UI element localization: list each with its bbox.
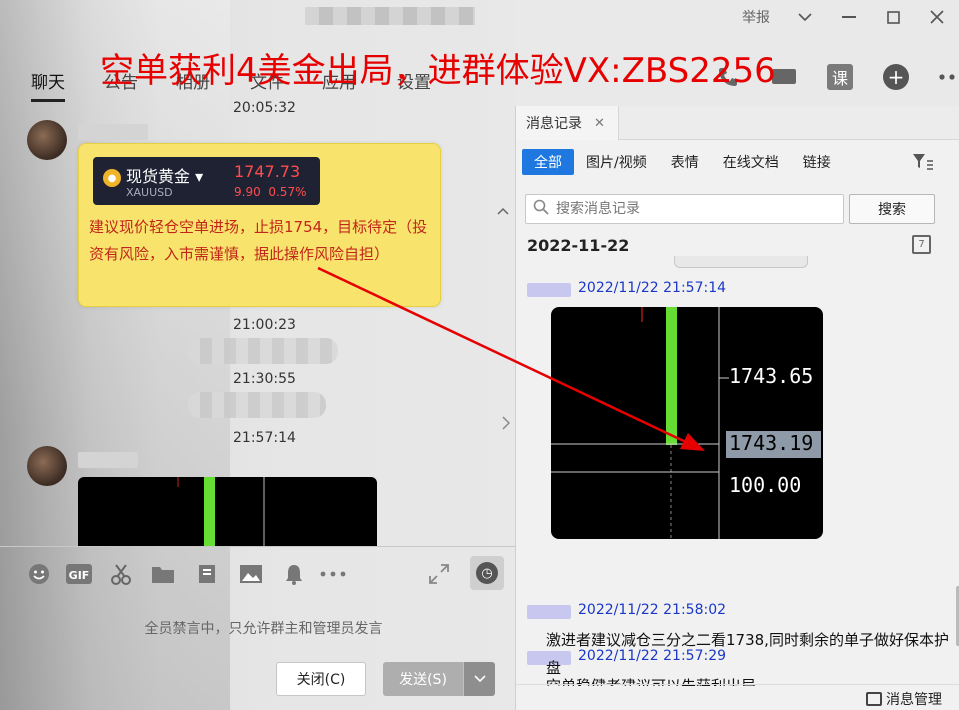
minimize-icon[interactable] — [827, 0, 871, 34]
filter-stickers[interactable]: 表情 — [659, 149, 711, 175]
ticker-change: 9.90 0.57% — [234, 185, 307, 199]
history-filters: 全部 图片/视频 表情 在线文档 链接 — [522, 149, 843, 175]
trade-advice-text: 建议现价轻仓空单进场，止损1754，目标待定（投资有风险，入市需谨慎，据此操作风… — [89, 218, 428, 263]
collapse-panel-icon[interactable] — [502, 416, 511, 434]
add-icon[interactable]: + — [868, 60, 924, 94]
tab-chat[interactable]: 聊天 — [31, 68, 65, 102]
sender-name-redacted — [527, 605, 571, 619]
search-button[interactable]: 搜索 — [849, 194, 935, 224]
composer-toolbar: GIF ◷ — [0, 546, 515, 600]
avatar[interactable] — [27, 120, 67, 160]
trade-signal-bubble: ● 现货黄金 ▾ XAUUSD 1747.73 9.90 0.57% 建议现价轻… — [78, 143, 441, 307]
sender-name-redacted — [78, 124, 148, 140]
history-message-list[interactable]: 2022/11/22 21:57:14 1743.65 1743.19 100.… — [516, 256, 959, 686]
message-timestamp: 21:00:23 — [233, 317, 296, 333]
history-toggle-button[interactable]: ◷ — [470, 556, 504, 590]
message-time: 2022/11/22 21:57:14 — [578, 280, 727, 296]
muted-notice: 全员禁言中，只允许群主和管理员发言 — [144, 621, 383, 637]
sender-name-redacted — [527, 283, 571, 297]
gold-coin-icon: ● — [103, 169, 121, 187]
close-icon[interactable] — [915, 0, 959, 34]
more-tools-icon[interactable] — [320, 561, 346, 587]
message-time: 2022/11/22 21:58:02 — [578, 602, 727, 618]
ticker-price: 1747.73 — [234, 162, 301, 181]
course-button[interactable]: 课 — [812, 60, 868, 94]
scroll-up-icon[interactable] — [497, 207, 509, 218]
promo-banner: 空单获利4美金出局，进群体验VX:ZBS2256 — [100, 51, 776, 91]
report-button[interactable]: 举报 — [729, 0, 783, 34]
group-title-redacted — [305, 7, 475, 25]
search-icon — [533, 199, 549, 219]
avatar[interactable] — [27, 446, 67, 486]
filter-media[interactable]: 图片/视频 — [574, 149, 659, 175]
ticker-symbol: XAUUSD — [126, 186, 173, 199]
message-timestamp: 21:30:55 — [233, 371, 296, 387]
sender-name-redacted — [78, 452, 138, 468]
chart-screenshot-thumbnail[interactable] — [78, 477, 377, 546]
message-timestamp: 20:05:32 — [233, 100, 296, 116]
price-label-upper: 1743.65 — [729, 364, 814, 388]
message-manage-button[interactable]: 消息管理 — [866, 689, 942, 709]
message-text: 激进者建议减仓三分之二看1738,同时剩余的单子做好保本护盘 — [546, 631, 949, 677]
gold-ticker-card[interactable]: ● 现货黄金 ▾ XAUUSD 1747.73 9.90 0.57% — [93, 157, 320, 205]
window-controls: 举报 — [729, 0, 959, 34]
message-redacted — [188, 392, 326, 418]
svg-text:GIF: GIF — [69, 569, 90, 582]
filter-all[interactable]: 全部 — [522, 149, 574, 175]
history-date: 2022-11-22 — [527, 236, 630, 255]
gif-icon[interactable]: GIF — [66, 561, 92, 587]
message-manage-label: 消息管理 — [886, 692, 942, 708]
doc-icon[interactable] — [194, 561, 220, 587]
history-tab-label: 消息记录 — [526, 116, 582, 132]
calendar-icon[interactable]: 7 — [912, 235, 931, 254]
clock-icon: ◷ — [476, 562, 498, 584]
message-redacted — [674, 256, 808, 268]
filter-docs[interactable]: 在线文档 — [711, 149, 791, 175]
title-bar: 举报 — [0, 0, 959, 34]
message-history-panel: 消息记录 ✕ 全部 图片/视频 表情 在线文档 链接 搜索 2022-11-22… — [515, 106, 959, 710]
history-tabbar: 消息记录 ✕ — [516, 106, 959, 140]
price-label-lower: 100.00 — [729, 473, 802, 497]
chevron-down-icon[interactable] — [783, 0, 827, 34]
course-icon: 课 — [827, 64, 853, 90]
ticker-name: 现货黄金 ▾ — [126, 167, 204, 186]
close-tab-icon[interactable]: ✕ — [594, 116, 605, 131]
maximize-icon[interactable] — [871, 0, 915, 34]
expand-icon[interactable] — [426, 561, 452, 587]
image-icon[interactable] — [238, 561, 264, 587]
folder-icon[interactable] — [150, 561, 176, 587]
more-icon[interactable] — [924, 60, 959, 94]
price-label-current: 1743.19 — [729, 431, 814, 455]
message-manage-icon — [866, 692, 882, 706]
bell-icon[interactable] — [281, 561, 307, 587]
emoji-icon[interactable] — [26, 561, 52, 587]
chart-screenshot[interactable]: 1743.65 1743.19 100.00 — [551, 307, 823, 539]
send-options-button[interactable] — [463, 662, 495, 696]
close-button[interactable]: 关闭(C) — [276, 662, 366, 696]
filter-icon[interactable] — [912, 153, 934, 175]
search-input[interactable] — [525, 194, 844, 224]
send-button[interactable]: 发送(S) — [383, 662, 463, 696]
message-redacted — [188, 338, 338, 364]
history-footer: 消息管理 — [516, 684, 959, 710]
message-timestamp: 21:57:14 — [233, 430, 296, 446]
scissors-icon[interactable] — [108, 561, 134, 587]
chat-message-area[interactable]: 20:05:32 ● 现货黄金 ▾ XAUUSD 1747.73 9.90 0.… — [0, 100, 515, 546]
tab-message-history[interactable]: 消息记录 ✕ — [516, 106, 619, 140]
filter-links[interactable]: 链接 — [791, 149, 843, 175]
